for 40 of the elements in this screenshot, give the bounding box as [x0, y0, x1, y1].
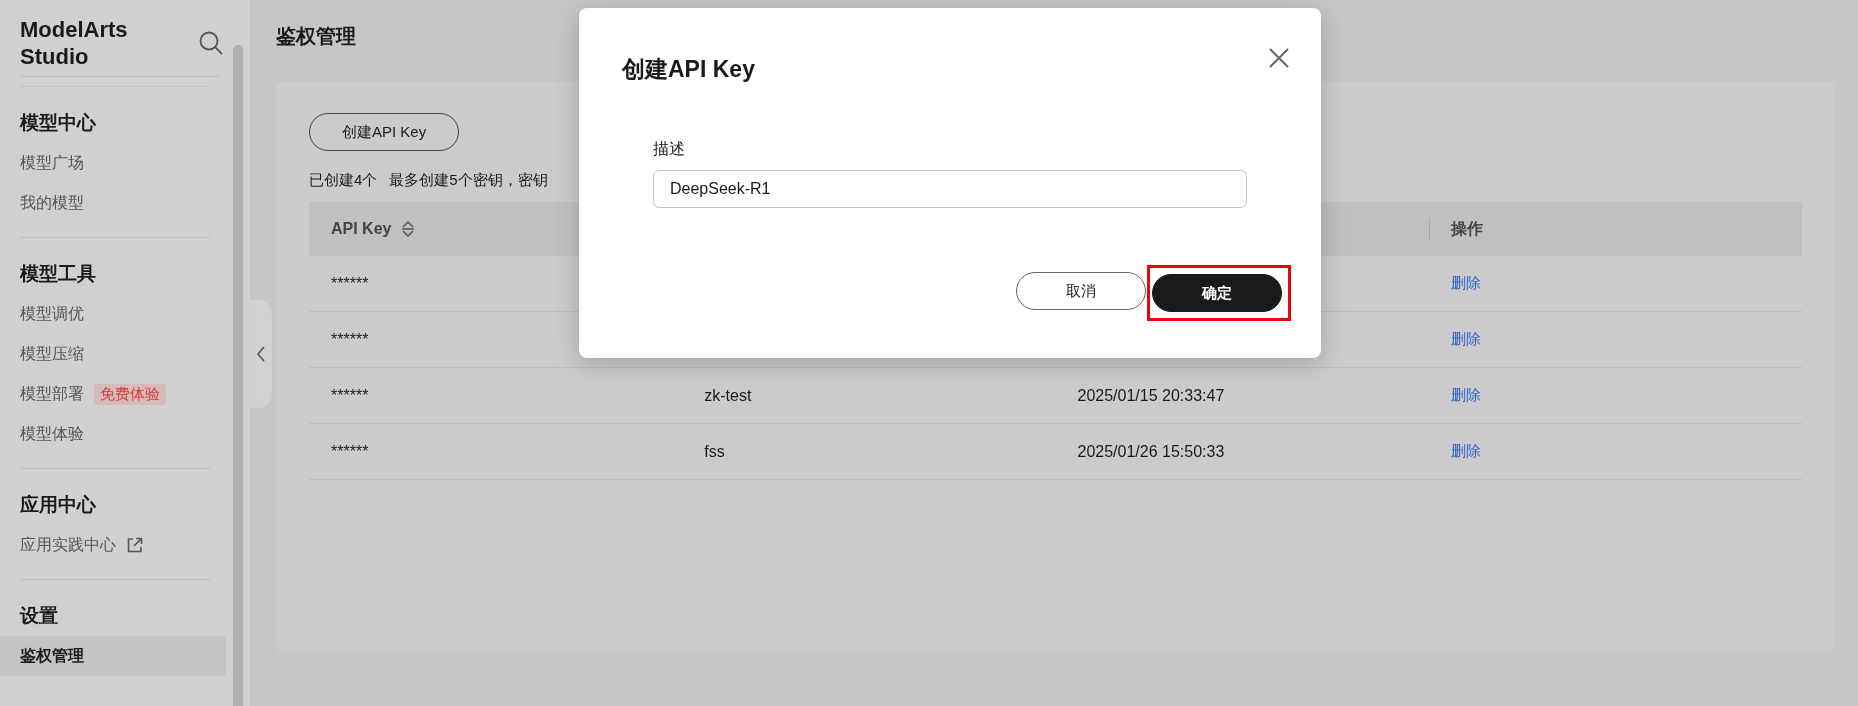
description-field[interactable]: DeepSeek-R1	[653, 170, 1247, 208]
page-title: 鉴权管理	[276, 24, 356, 49]
delete-link[interactable]: 删除	[1450, 386, 1481, 405]
sidebar-item[interactable]: 应用实践中心	[20, 534, 116, 556]
sidebar-item[interactable]: 鉴权管理	[20, 645, 84, 667]
external-link-icon	[126, 536, 143, 554]
table-cell: zk-test	[682, 367, 1056, 424]
free-trial-badge: 免费体验	[94, 383, 166, 405]
table-cell: ******	[309, 423, 683, 480]
chevron-left-icon	[256, 346, 266, 362]
app-title: ModelArts Studio	[20, 16, 129, 70]
table-cell: ******	[309, 367, 683, 424]
dialog-title: 创建API Key	[622, 55, 755, 84]
section-heading: 应用中心	[20, 493, 96, 517]
section-heading: 模型中心	[20, 111, 96, 135]
confirm-button[interactable]: 确定	[1152, 274, 1282, 312]
section-heading: 设置	[20, 604, 58, 628]
sort-icon[interactable]	[401, 220, 416, 238]
sidebar-item[interactable]: 我的模型	[20, 192, 84, 214]
close-icon[interactable]	[1267, 46, 1291, 70]
table-cell: 2025/01/26 15:50:33	[1055, 423, 1429, 480]
section-heading: 模型工具	[20, 262, 96, 286]
collapse-handle[interactable]	[250, 300, 272, 408]
delete-link[interactable]: 删除	[1450, 274, 1481, 293]
sidebar-item[interactable]: 模型压缩	[20, 343, 84, 365]
sidebar-item[interactable]: 模型调优	[20, 303, 84, 325]
sidebar-item[interactable]: 模型广场	[20, 152, 84, 174]
scrollbar[interactable]	[233, 45, 243, 706]
field-label: 描述	[653, 139, 685, 159]
table-cell: 2025/01/15 20:33:47	[1055, 367, 1429, 424]
limit-text: 最多创建5个密钥，密钥	[389, 171, 548, 190]
sidebar-item[interactable]: 模型体验	[20, 423, 84, 445]
sidebar-item[interactable]: 模型部署	[20, 383, 84, 405]
delete-link[interactable]: 删除	[1450, 330, 1481, 349]
delete-link[interactable]: 删除	[1450, 442, 1481, 461]
table-cell: fss	[682, 423, 1056, 480]
column-header: 操作	[1428, 202, 1802, 256]
count-text: 已创建4个	[309, 171, 378, 190]
cancel-button[interactable]: 取消	[1016, 272, 1146, 310]
search-icon[interactable]	[198, 30, 224, 56]
